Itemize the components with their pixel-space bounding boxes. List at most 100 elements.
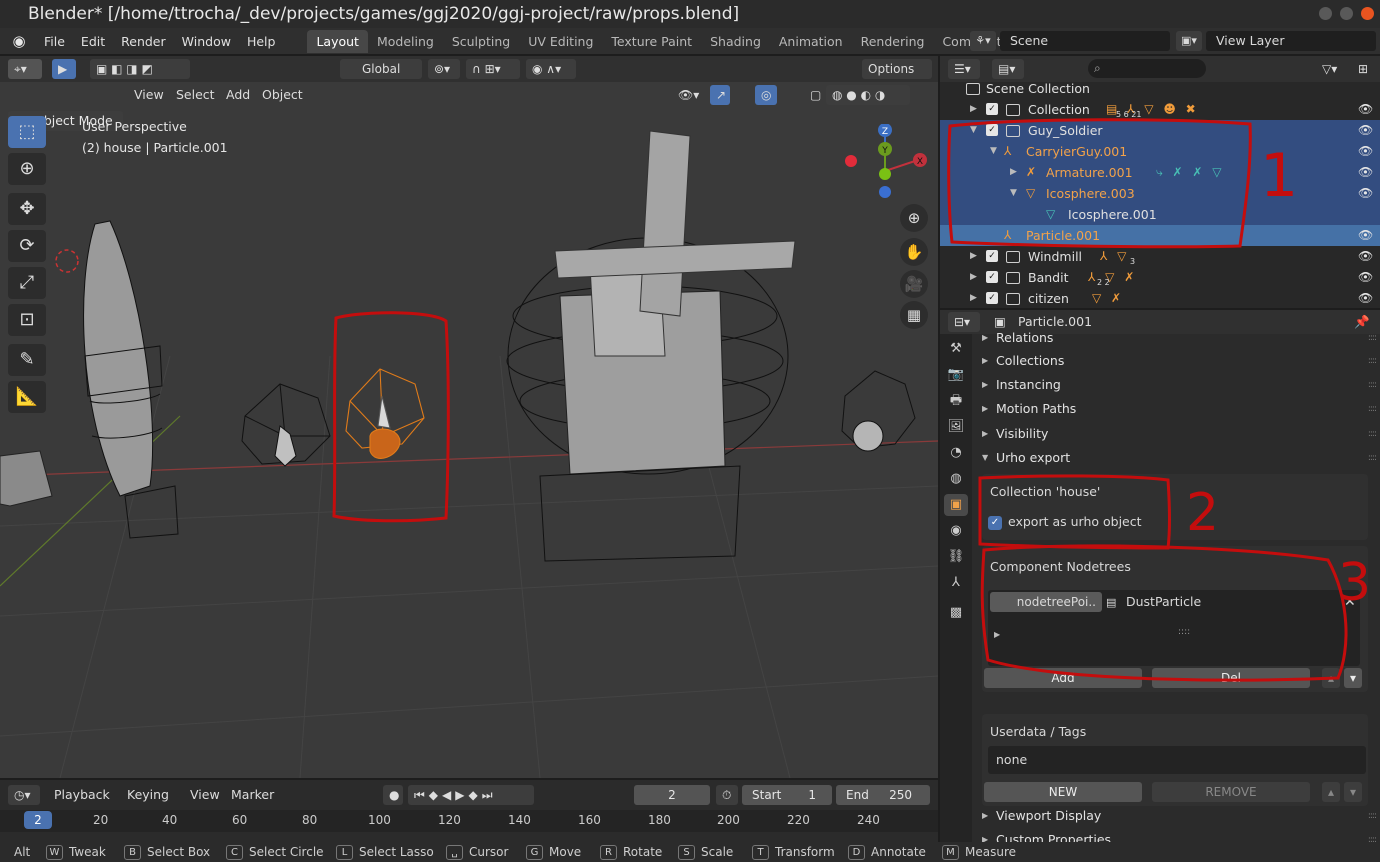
view-layer-tab-icon[interactable]: 🖼 [944, 416, 968, 438]
annotate-tool-icon[interactable]: ✎ [8, 344, 46, 376]
menu-render[interactable]: Render [113, 34, 174, 49]
timeline-editor-type[interactable]: ◷▾ [8, 785, 40, 805]
select-tool-icon[interactable]: ▶ [52, 59, 76, 79]
viewport-scene[interactable] [0, 56, 938, 778]
outliner-row-bandit[interactable]: ▶ ✓ Bandit ⅄ ▽ ✗ 2 2 👁 [940, 267, 1380, 288]
expand-arrow-icon[interactable]: ▶ [970, 267, 977, 288]
menu-keying[interactable]: Keying [127, 785, 169, 805]
tab-layout[interactable]: Layout [307, 29, 368, 53]
menu-object[interactable]: Object [262, 85, 303, 105]
cursor-tool-icon[interactable]: ⊕ [8, 153, 46, 185]
overlay-toggle-icon[interactable]: ◎ [755, 85, 777, 105]
outliner-row-windmill[interactable]: ▶ ✓ Windmill ⅄ ▽ 3 👁 [940, 246, 1380, 267]
pan-hand-icon[interactable]: ✋ [900, 238, 928, 266]
tool-tab-icon[interactable]: ⚒ [944, 338, 968, 360]
transform-tool-icon[interactable]: ⊡ [8, 304, 46, 336]
nodetree-name-field[interactable]: nodetreePoi.. [990, 592, 1102, 612]
move-up-icon[interactable]: ▴ [1322, 668, 1340, 688]
playhead-frame[interactable]: 2 [24, 811, 52, 829]
collapse-arrow-icon[interactable]: ▼ [1010, 183, 1017, 204]
menu-marker[interactable]: Marker [231, 785, 274, 805]
ortho-grid-icon[interactable]: ▦ [900, 301, 928, 329]
drag-grip-icon[interactable]: :::: [1368, 397, 1377, 421]
object-tab-icon[interactable]: ▣ [944, 494, 968, 516]
expand-arrow-icon[interactable]: ▶ [970, 246, 977, 267]
zoom-icon[interactable]: ⊕ [900, 204, 928, 232]
tab-uv-editing[interactable]: UV Editing [519, 30, 602, 53]
timeline[interactable]: ◷▾ Playback Keying View Marker ● ⏮◆◀▶◆⏭ … [0, 780, 938, 842]
outliner-editor-type[interactable]: ☰▾ [948, 59, 980, 79]
options-button[interactable]: Options [862, 59, 932, 79]
menu-edit[interactable]: Edit [73, 34, 113, 49]
tab-shading[interactable]: Shading [701, 30, 770, 53]
visibility-eye-icon[interactable]: 👁 [1358, 246, 1373, 267]
expand-arrow-icon[interactable]: ▶ [1010, 162, 1017, 183]
panel-urho-export[interactable]: ▼ Urho export :::: [976, 446, 1377, 470]
current-frame-field[interactable]: 2 [634, 785, 710, 805]
outliner-row-icosphere-001[interactable]: ▽ Icosphere.001 [940, 204, 1380, 225]
properties-editor[interactable]: ⊟▾ ▣ Particle.001 📌 ⚒ 📷 🖶 🖼 ◔ ◍ ▣ ◉ ⛓ ⅄ … [940, 310, 1380, 847]
outliner-row-armature[interactable]: ▶ ✗ Armature.001 ⤷ ✗ ✗ ▽ 👁 [940, 162, 1380, 183]
exclude-checkbox[interactable]: ✓ [986, 271, 998, 283]
3d-viewport[interactable]: ⌖▾ ▶ ▣ ◧ ◨ ◩ Global ⊚▾ ∩ ⊞▾ ◉ ∧▾ Options… [0, 56, 938, 778]
start-frame-field[interactable]: Start 1 [742, 785, 832, 805]
add-button[interactable]: Add [984, 668, 1142, 688]
move-down-icon[interactable]: ▾ [1344, 668, 1362, 688]
view-layer-selector[interactable]: ▣▾ View Layer [1176, 31, 1376, 51]
xray-icon[interactable]: ▢ [804, 85, 822, 105]
3d-cursor[interactable] [55, 249, 79, 273]
exclude-checkbox[interactable]: ✓ [986, 292, 998, 304]
icosphere-wire-left[interactable] [241, 383, 331, 467]
move-down-icon[interactable]: ▾ [1344, 782, 1362, 802]
gizmo-neg-y[interactable] [879, 168, 891, 180]
tab-texture-paint[interactable]: Texture Paint [602, 30, 701, 53]
gizmo-toggle-icon[interactable]: ↗ [710, 85, 730, 105]
texture-tab-icon[interactable]: ▩ [944, 602, 968, 624]
record-icon[interactable]: ● [383, 785, 403, 805]
pivot-point-icon[interactable]: ⊚▾ [428, 59, 460, 79]
collapse-arrow-icon[interactable]: ▼ [970, 120, 977, 141]
menu-select[interactable]: Select [176, 85, 215, 105]
visibility-eye-icon[interactable]: 👁 [1358, 267, 1373, 288]
world-tab-icon[interactable]: ◍ [944, 468, 968, 490]
outliner-search-input[interactable]: ⌕ [1088, 59, 1206, 78]
move-up-icon[interactable]: ▴ [1322, 782, 1340, 802]
outliner-row-citizen[interactable]: ▶ ✓ citizen ▽ ✗ 👁 [940, 288, 1380, 309]
frame-ruler[interactable]: 2 20 40 60 80 100 120 140 160 180 200 22… [0, 810, 938, 832]
object-data-tab-icon[interactable]: ⅄ [944, 572, 968, 594]
menu-add[interactable]: Add [226, 85, 250, 105]
visibility-eye-icon[interactable]: 👁 [1358, 141, 1373, 162]
editor-type-button[interactable]: ⌖▾ [8, 59, 42, 79]
menu-view[interactable]: View [134, 85, 164, 105]
menu-playback[interactable]: Playback [54, 785, 110, 805]
filter-icon[interactable]: ▽▾ [1316, 59, 1346, 79]
view-layer-icon[interactable]: ▣▾ [1176, 31, 1202, 51]
proportional-edit-icon[interactable]: ◉ ∧▾ [526, 59, 576, 79]
gizmo-neg-z[interactable] [879, 186, 891, 198]
menu-help[interactable]: Help [239, 34, 284, 49]
move-tool-icon[interactable]: ✥ [8, 193, 46, 225]
visibility-eye-icon[interactable]: 👁 [1358, 183, 1373, 204]
exclude-checkbox[interactable]: ✓ [986, 250, 998, 262]
tab-rendering[interactable]: Rendering [852, 30, 934, 53]
export-checkbox[interactable]: ✓ [988, 516, 1002, 530]
outliner-row-carryierguy[interactable]: ▼ ⅄ CarryierGuy.001 👁 [940, 141, 1380, 162]
output-tab-icon[interactable]: 🖶 [944, 390, 968, 412]
menu-window[interactable]: Window [174, 34, 239, 49]
panel-instancing[interactable]: ▶ Instancing :::: [976, 373, 1377, 397]
visibility-eye-icon[interactable]: 👁▾ [672, 85, 708, 105]
physics-tab-icon[interactable]: ◉ [944, 520, 968, 542]
scene-name-field[interactable]: Scene [1000, 31, 1170, 51]
scale-tool-icon[interactable]: ⤢ [8, 267, 46, 299]
panel-collections[interactable]: ▶ Collections :::: [976, 349, 1377, 373]
drag-grip-icon[interactable]: :::: [1368, 349, 1377, 373]
collapse-arrow-icon[interactable]: ▼ [990, 141, 997, 162]
minimize-button[interactable] [1319, 7, 1332, 20]
tab-modeling[interactable]: Modeling [368, 30, 443, 53]
icosphere-wire-right[interactable] [841, 370, 916, 452]
outliner-row-scene-collection[interactable]: Scene Collection [940, 78, 1380, 99]
windmill-mesh[interactable] [506, 130, 796, 562]
scene-tab-icon[interactable]: ◔ [944, 442, 968, 464]
menu-file[interactable]: File [36, 34, 73, 49]
expand-arrow-icon[interactable]: ▶ [994, 630, 1000, 639]
